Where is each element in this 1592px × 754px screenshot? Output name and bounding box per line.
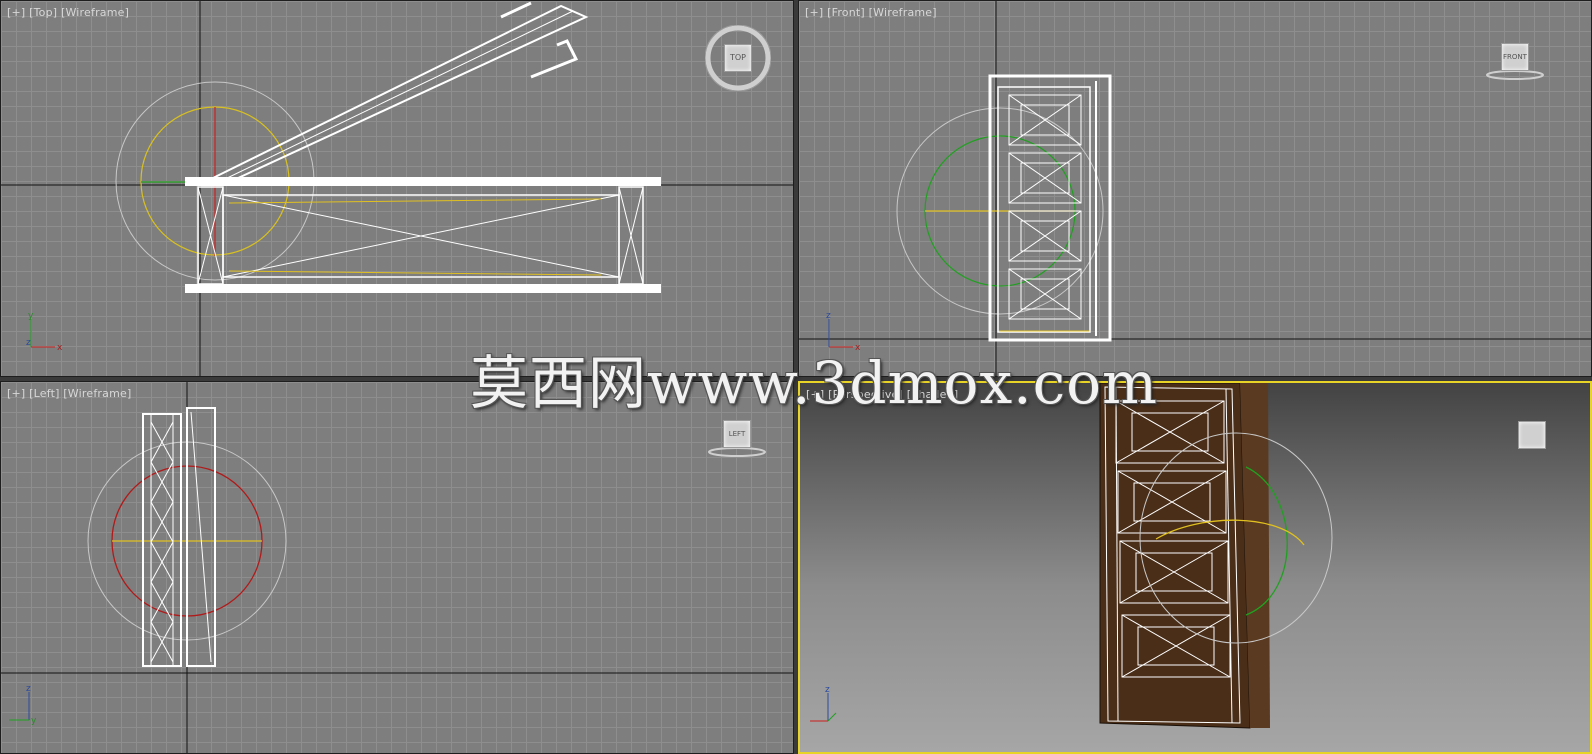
viewcube-top[interactable]: TOP	[705, 25, 771, 91]
viewport-perspective[interactable]: [+] [Perspective] [Shaded] z	[798, 381, 1592, 754]
viewcube-face-label[interactable]: TOP	[724, 44, 752, 72]
viewport-shading-mode[interactable]: [Wireframe]	[869, 6, 937, 19]
viewport-left[interactable]: [+] [Left] [Wireframe] LEFT z y	[0, 381, 794, 754]
top-viewport-label[interactable]: [+] [Top] [Wireframe]	[7, 6, 129, 19]
front-wireframe-geometry	[799, 1, 1591, 376]
viewport-menu-plus[interactable]: [+]	[806, 388, 824, 401]
viewport-front[interactable]: [+] [Front] [Wireframe] FRONT z x	[798, 0, 1592, 377]
axis-label-z: z	[825, 685, 830, 695]
axis-label-z: z	[26, 684, 31, 694]
viewcube-face-label[interactable]: LEFT	[723, 420, 751, 448]
axis-label-x: x	[855, 343, 861, 353]
front-viewport-label[interactable]: [+] [Front] [Wireframe]	[805, 6, 937, 19]
viewport-shading-mode[interactable]: [Shaded]	[907, 388, 959, 401]
viewport-point-of-view[interactable]: [Left]	[29, 387, 59, 400]
axis-tripod-icon: z y	[9, 684, 37, 726]
axis-label-x: x	[57, 343, 63, 353]
viewcube-face-label[interactable]	[1518, 421, 1546, 449]
left-wireframe-geometry	[1, 382, 793, 753]
axis-label-y: y	[28, 311, 34, 321]
axis-tripod-icon: y z x	[26, 311, 63, 353]
viewcube-left[interactable]: LEFT	[707, 416, 767, 462]
viewcube-face-label[interactable]: FRONT	[1501, 43, 1529, 71]
viewport-point-of-view[interactable]: [Top]	[29, 6, 57, 19]
viewport-menu-plus[interactable]: [+]	[7, 387, 25, 400]
viewport-top[interactable]: [+] [Top] [Wireframe] TOP y z x	[0, 0, 794, 377]
axis-label-z: z	[826, 311, 831, 321]
perspective-viewport-label[interactable]: [+] [Perspective] [Shaded]	[806, 388, 958, 401]
viewcube-perspective[interactable]	[1514, 417, 1554, 457]
viewport-shading-mode[interactable]: [Wireframe]	[63, 387, 131, 400]
viewcube-front[interactable]: FRONT	[1485, 39, 1545, 85]
viewport-point-of-view[interactable]: [Front]	[827, 6, 865, 19]
axis-tripod-icon: z	[810, 685, 837, 722]
viewport-menu-plus[interactable]: [+]	[7, 6, 25, 19]
viewport-shading-mode[interactable]: [Wireframe]	[61, 6, 129, 19]
viewport-menu-plus[interactable]: [+]	[805, 6, 823, 19]
axis-label-z: z	[26, 338, 31, 348]
perspective-shaded-geometry	[1099, 383, 1333, 729]
top-wireframe-geometry	[1, 1, 793, 376]
left-viewport-label[interactable]: [+] [Left] [Wireframe]	[7, 387, 131, 400]
axis-label-y: y	[31, 716, 37, 726]
axis-tripod-icon: z x	[826, 311, 861, 353]
viewport-point-of-view[interactable]: [Perspective]	[828, 388, 903, 401]
